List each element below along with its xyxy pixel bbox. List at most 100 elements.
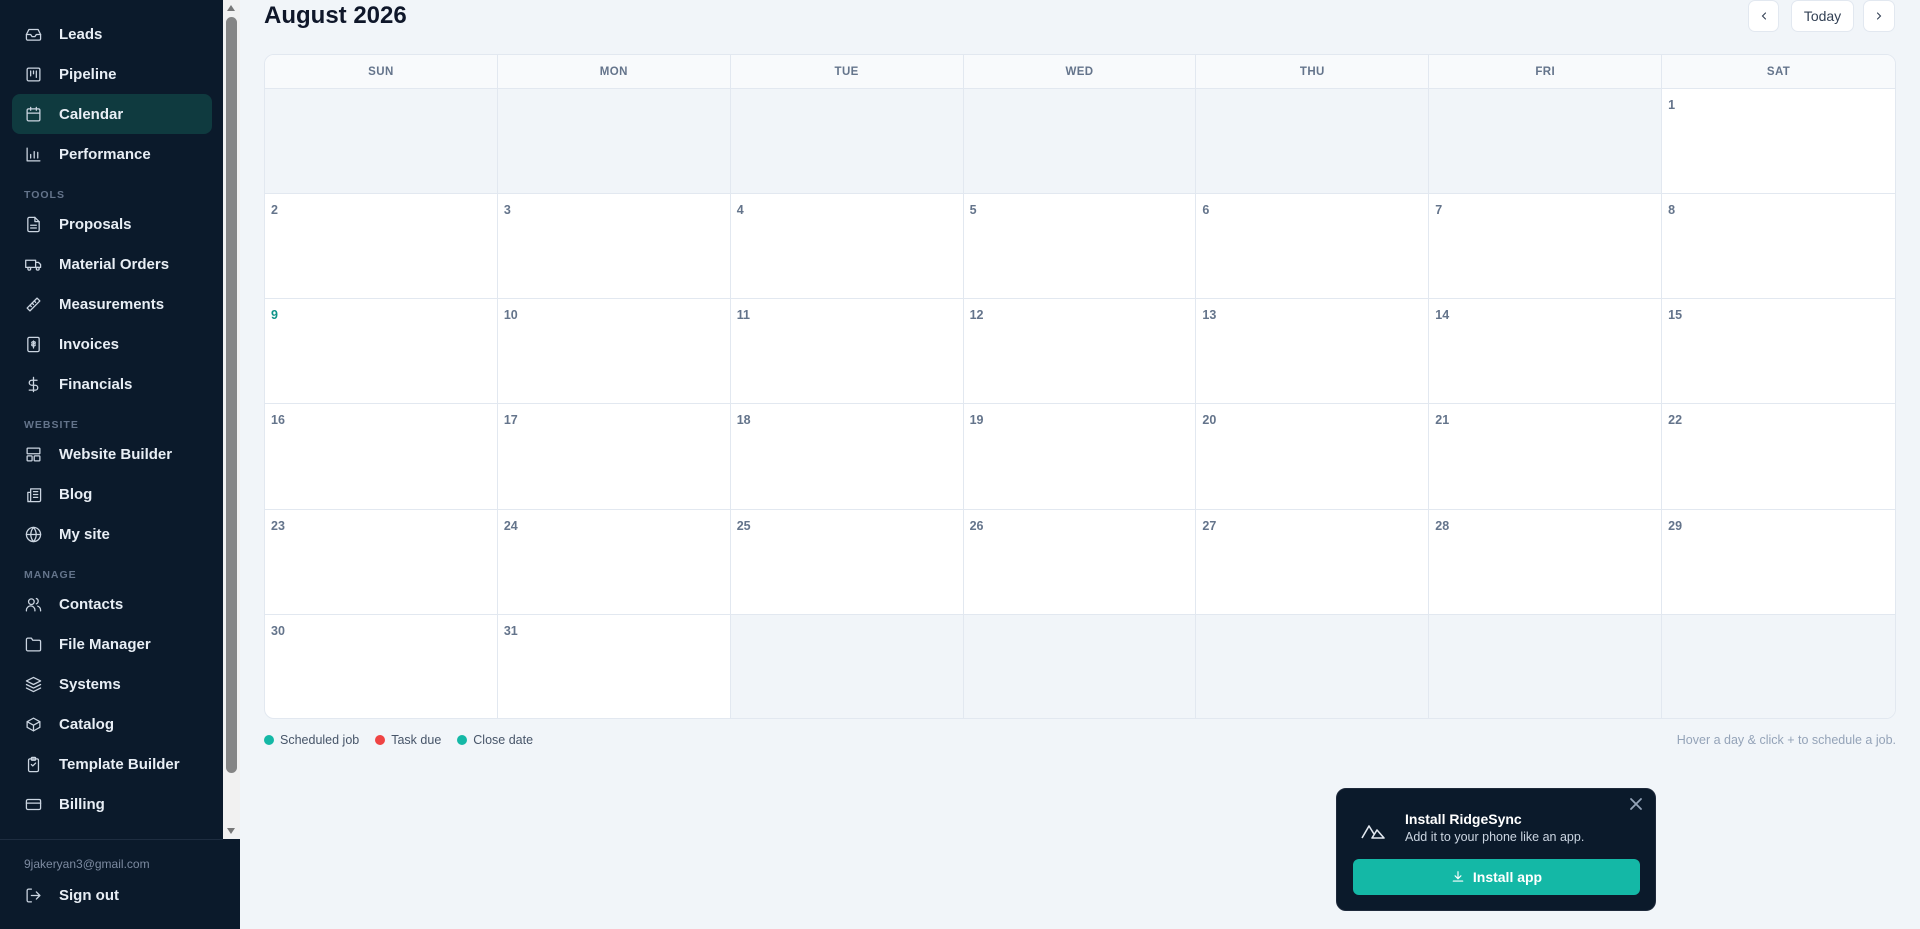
close-install-button[interactable] xyxy=(1629,797,1645,813)
user-email: 9jakeryan3@gmail.com xyxy=(24,857,150,871)
legend-dot xyxy=(457,735,468,745)
calendar-day[interactable]: 17 xyxy=(497,404,731,510)
calendar-day[interactable]: 27 xyxy=(1196,509,1430,615)
weekday-fri: FRI xyxy=(1429,55,1663,88)
calendar-day[interactable]: 19 xyxy=(963,404,1197,510)
calendar-day[interactable]: 25 xyxy=(730,509,964,615)
weekday-thu: THU xyxy=(1196,55,1430,88)
sidebar-item-invoices[interactable]: Invoices xyxy=(12,324,212,364)
scroll-down-arrow[interactable] xyxy=(227,828,235,834)
sidebar-item-proposals[interactable]: Proposals xyxy=(12,204,212,244)
document-icon xyxy=(24,215,42,233)
legend-label: Task due xyxy=(391,733,442,747)
next-month-button[interactable] xyxy=(1863,0,1895,32)
sidebar-item-blog[interactable]: Blog xyxy=(12,474,212,514)
today-button[interactable]: Today xyxy=(1791,0,1854,32)
calendar-day[interactable]: 30 xyxy=(265,614,498,718)
calendar-day[interactable]: 11 xyxy=(730,299,964,405)
calendar-day[interactable]: 1 xyxy=(1662,89,1895,195)
day-number: 30 xyxy=(271,623,285,638)
sidebar-item-performance[interactable]: Performance xyxy=(12,134,212,174)
weekday-sat: SAT xyxy=(1766,65,1791,78)
sidebar-item-file-manager[interactable]: File Manager xyxy=(12,624,212,664)
calendar-icon xyxy=(24,105,42,123)
calendar-day[interactable]: 14 xyxy=(1429,299,1663,405)
day-number: 7 xyxy=(1435,203,1443,218)
globe-icon xyxy=(24,525,42,543)
sidebar-item-measurements[interactable]: Measurements xyxy=(12,284,212,324)
day-number: 17 xyxy=(503,413,518,428)
calendar-day[interactable]: 20 xyxy=(1196,404,1430,510)
sidebar-item-my-site[interactable]: My site xyxy=(12,514,212,554)
sign-out-icon xyxy=(24,886,42,904)
calendar-day-today[interactable]: 9 xyxy=(265,299,498,405)
prev-month-button[interactable] xyxy=(1748,0,1779,32)
calendar-day[interactable]: 22 xyxy=(1662,404,1895,510)
sidebar-item-systems[interactable]: Systems xyxy=(12,664,212,704)
sidebar-item-catalog[interactable]: Catalog xyxy=(12,704,212,744)
calendar-day[interactable]: 10 xyxy=(497,299,731,405)
calendar-day[interactable]: 15 xyxy=(1662,299,1895,405)
calendar-day[interactable]: 21 xyxy=(1429,404,1663,510)
day-number: 27 xyxy=(1202,518,1217,533)
weekday-tue: TUE xyxy=(731,55,964,88)
scrollbar-thumb[interactable] xyxy=(226,17,237,773)
inbox-icon xyxy=(24,25,42,43)
day-number: 9 xyxy=(271,308,278,323)
sidebar-scrollbar[interactable] xyxy=(223,0,240,839)
calendar-day[interactable]: 13 xyxy=(1196,299,1430,405)
calendar-empty-cell xyxy=(1429,614,1663,718)
bar-chart-icon xyxy=(24,145,42,163)
credit-card-icon xyxy=(24,795,42,813)
receipt-icon xyxy=(24,335,42,353)
sidebar: Leads Pipeline Calendar Performance TOOLS Pro… xyxy=(0,0,223,929)
calendar-day[interactable]: 31 xyxy=(498,614,731,718)
sidebar-item-label: Catalog xyxy=(59,715,115,733)
calendar-empty-cell xyxy=(963,614,1197,718)
layout-icon xyxy=(24,445,42,463)
clipboard-icon xyxy=(24,755,42,773)
install-app-button[interactable]: Install app xyxy=(1353,859,1640,895)
calendar-day[interactable]: 12 xyxy=(963,299,1197,405)
calendar-day[interactable]: 7 xyxy=(1429,194,1663,300)
scroll-up-arrow[interactable] xyxy=(227,5,235,11)
calendar-day[interactable]: 29 xyxy=(1662,510,1895,615)
schedule-hint: Hover a day & click + to schedule a job. xyxy=(1676,733,1896,747)
day-number: 2 xyxy=(271,203,278,218)
day-number: 3 xyxy=(503,203,511,218)
weekday-header: SUN MON TUE WED THU FRI SAT xyxy=(265,55,1895,89)
calendar-day[interactable]: 4 xyxy=(730,194,964,300)
sidebar-item-billing[interactable]: Billing xyxy=(12,784,212,824)
calendar-day[interactable]: 23 xyxy=(265,509,498,615)
sidebar-item-template-builder[interactable]: Template Builder xyxy=(12,744,212,784)
calendar-day[interactable]: 28 xyxy=(1429,509,1663,615)
calendar-day[interactable]: 2 xyxy=(265,194,498,300)
sidebar-item-pipeline[interactable]: Pipeline xyxy=(12,54,212,94)
calendar-empty-cell xyxy=(730,614,964,718)
calendar-day[interactable]: 8 xyxy=(1662,194,1895,300)
calendar-day[interactable]: 26 xyxy=(963,509,1197,615)
day-number: 1 xyxy=(1668,98,1676,112)
sidebar-item-leads[interactable]: Leads xyxy=(12,14,212,54)
day-number: 22 xyxy=(1668,413,1683,428)
sidebar-item-website-builder[interactable]: Website Builder xyxy=(12,434,212,474)
calendar-day[interactable]: 5 xyxy=(963,194,1197,300)
calendar-day[interactable]: 16 xyxy=(265,404,498,510)
day-number: 20 xyxy=(1202,413,1217,428)
legend-label: Scheduled job xyxy=(280,733,360,747)
calendar-day[interactable]: 6 xyxy=(1196,194,1430,300)
calendar-day[interactable]: 18 xyxy=(730,404,964,510)
weekday-mon: MON xyxy=(498,55,731,88)
day-number: 29 xyxy=(1668,518,1683,533)
sidebar-item-contacts[interactable]: Contacts xyxy=(12,584,212,624)
day-number: 10 xyxy=(503,308,518,323)
sign-out-button[interactable]: Sign out xyxy=(12,875,212,915)
dollar-icon xyxy=(24,375,42,393)
calendar-day[interactable]: 3 xyxy=(497,194,731,300)
sidebar-item-financials[interactable]: Financials xyxy=(12,364,212,404)
sidebar-item-material-orders[interactable]: Material Orders xyxy=(12,244,212,284)
day-number: 15 xyxy=(1668,308,1683,323)
day-number: 5 xyxy=(969,203,977,218)
sidebar-item-calendar[interactable]: Calendar xyxy=(12,94,212,134)
calendar-day[interactable]: 24 xyxy=(497,509,731,615)
